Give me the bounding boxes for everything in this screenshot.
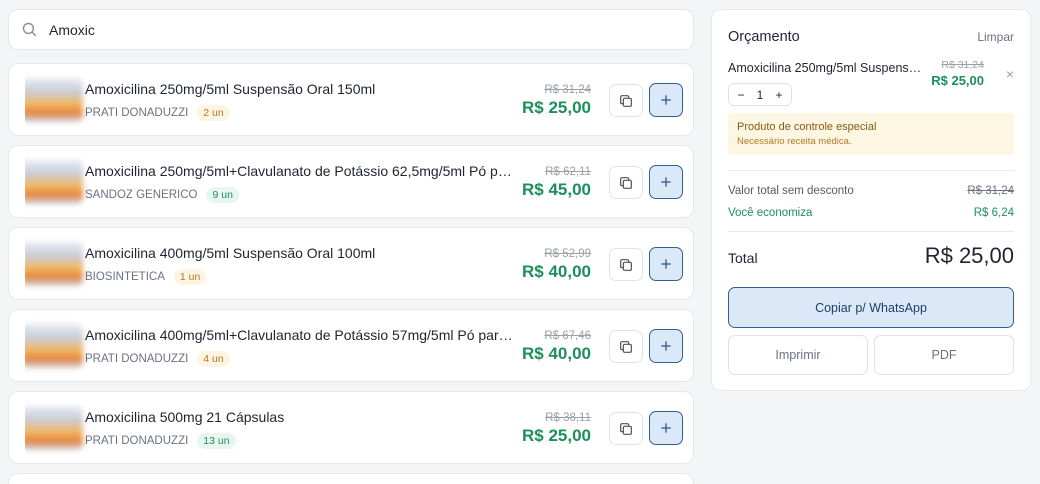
stock-badge: 2 un [197, 105, 230, 121]
add-to-quote-button[interactable] [649, 247, 683, 281]
product-image [21, 242, 83, 286]
search-icon [22, 22, 37, 37]
subtotal-label: Valor total sem desconto [728, 185, 854, 197]
product-old-price: R$ 52,99 [544, 248, 591, 260]
product-lab: BIOSINTETICA [85, 271, 165, 283]
search-bar[interactable] [8, 9, 694, 50]
add-to-quote-button[interactable] [649, 83, 683, 117]
divider [728, 170, 1014, 171]
product-lab-row: SANDOZ GENERICO 9 un [85, 187, 239, 203]
total-value: R$ 25,00 [924, 243, 1014, 268]
quote-item-price: R$ 25,00 [931, 73, 984, 88]
product-image [21, 160, 83, 204]
copy-product-button[interactable] [609, 330, 643, 363]
product-card[interactable]: Amoxicilina 500mg 21 Cápsulas PRATI DONA… [8, 391, 694, 464]
image-mask [13, 234, 25, 294]
product-name: Amoxicilina 400mg/5ml Suspensão Oral 100… [85, 245, 376, 261]
plus-icon [661, 423, 671, 433]
copy-icon [620, 176, 632, 189]
quote-panel: Orçamento Limpar Amoxicilina 250mg/5ml S… [711, 9, 1031, 391]
product-price: R$ 40,00 [522, 262, 591, 281]
plus-icon [661, 341, 671, 351]
copy-product-button[interactable] [609, 412, 643, 445]
product-lab: PRATI DONADUZZI [85, 435, 189, 447]
product-old-price: R$ 38,11 [545, 412, 591, 424]
image-mask [13, 70, 25, 130]
copy-product-button[interactable] [609, 248, 643, 281]
notice-text: Necessário receita médica. [737, 136, 852, 147]
add-to-quote-button[interactable] [649, 165, 683, 199]
savings-row: Você economiza R$ 6,24 [728, 207, 1014, 219]
quote-item-old-price: R$ 31,24 [941, 59, 984, 71]
subtotal-value: R$ 31,24 [967, 185, 1014, 197]
product-price: R$ 25,00 [522, 426, 591, 445]
product-name: Amoxicilina 250mg/5ml+Clavulanato de Pot… [85, 163, 517, 179]
copy-icon [620, 258, 632, 271]
product-lab: PRATI DONADUZZI [85, 353, 189, 365]
plus-icon [661, 259, 671, 269]
remove-item-icon[interactable]: × [1006, 66, 1014, 82]
product-image [21, 406, 83, 450]
search-input[interactable] [49, 21, 649, 38]
product-card[interactable]: Amoxicilina 250mg/5ml Suspensão Oral 150… [8, 63, 694, 136]
decrease-quantity-button[interactable]: − [734, 88, 748, 102]
total-label: Total [728, 250, 758, 266]
product-name: Amoxicilina 400mg/5ml+Clavulanato de Pot… [85, 327, 517, 343]
copy-icon [620, 340, 632, 353]
add-to-quote-button[interactable] [649, 329, 683, 363]
product-name: Amoxicilina 250mg/5ml Suspensão Oral 150… [85, 81, 376, 97]
clear-quote-button[interactable]: Limpar [977, 30, 1014, 44]
savings-label: Você economiza [728, 207, 813, 219]
stock-badge: 13 un [197, 433, 236, 449]
product-lab-row: PRATI DONADUZZI 4 un [85, 351, 230, 367]
subtotal-row: Valor total sem desconto R$ 31,24 [728, 185, 1014, 197]
quantity-stepper: − 1 + [728, 83, 792, 106]
savings-value: R$ 6,24 [973, 207, 1014, 219]
stock-badge: 4 un [197, 351, 230, 367]
image-mask [13, 152, 25, 212]
product-lab-row: PRATI DONADUZZI 13 un [85, 433, 236, 449]
image-mask [13, 316, 25, 376]
copy-product-button[interactable] [609, 84, 643, 117]
product-image [21, 78, 83, 122]
product-card[interactable]: Amoxicilina 250mg/5ml+Clavulanato de Pot… [8, 145, 694, 218]
product-lab: PRATI DONADUZZI [85, 107, 189, 119]
copy-icon [620, 94, 632, 107]
plus-icon [661, 95, 671, 105]
product-image [21, 324, 83, 368]
image-mask [13, 398, 25, 458]
stock-badge: 1 un [173, 269, 207, 285]
increase-quantity-button[interactable]: + [772, 88, 786, 102]
product-old-price: R$ 31,24 [544, 84, 591, 96]
plus-icon [661, 177, 671, 187]
copy-whatsapp-button[interactable]: Copiar p/ WhatsApp [728, 287, 1014, 328]
product-price: R$ 25,00 [522, 98, 591, 117]
copy-icon [620, 422, 632, 435]
quantity-value: 1 [756, 87, 764, 102]
pdf-button[interactable]: PDF [874, 335, 1014, 375]
print-button[interactable]: Imprimir [728, 335, 868, 375]
copy-product-button[interactable] [609, 166, 643, 199]
add-to-quote-button[interactable] [649, 411, 683, 445]
stock-badge: 9 un [206, 187, 239, 203]
product-list: Amoxicilina 250mg/5ml Suspensão Oral 150… [8, 63, 694, 473]
product-price: R$ 40,00 [522, 344, 591, 363]
product-old-price: R$ 62,11 [545, 166, 591, 178]
product-name: Amoxicilina 500mg 21 Cápsulas [85, 409, 285, 425]
product-lab-row: PRATI DONADUZZI 2 un [85, 105, 230, 121]
quote-item-name: Amoxicilina 250mg/5ml Suspensão Oral 150… [728, 61, 922, 75]
product-price: R$ 45,00 [522, 180, 591, 199]
notice-title: Produto de controle especial [737, 121, 877, 133]
product-card-partial[interactable] [8, 473, 694, 484]
controlled-product-notice: Produto de controle especial Necessário … [728, 113, 1014, 155]
product-old-price: R$ 67,46 [544, 330, 591, 342]
product-lab-row: BIOSINTETICA 1 un [85, 269, 207, 285]
quote-title: Orçamento [728, 29, 800, 45]
product-card[interactable]: Amoxicilina 400mg/5ml+Clavulanato de Pot… [8, 309, 694, 382]
product-card[interactable]: Amoxicilina 400mg/5ml Suspensão Oral 100… [8, 227, 694, 300]
divider [728, 231, 1014, 232]
product-lab: SANDOZ GENERICO [85, 189, 198, 201]
